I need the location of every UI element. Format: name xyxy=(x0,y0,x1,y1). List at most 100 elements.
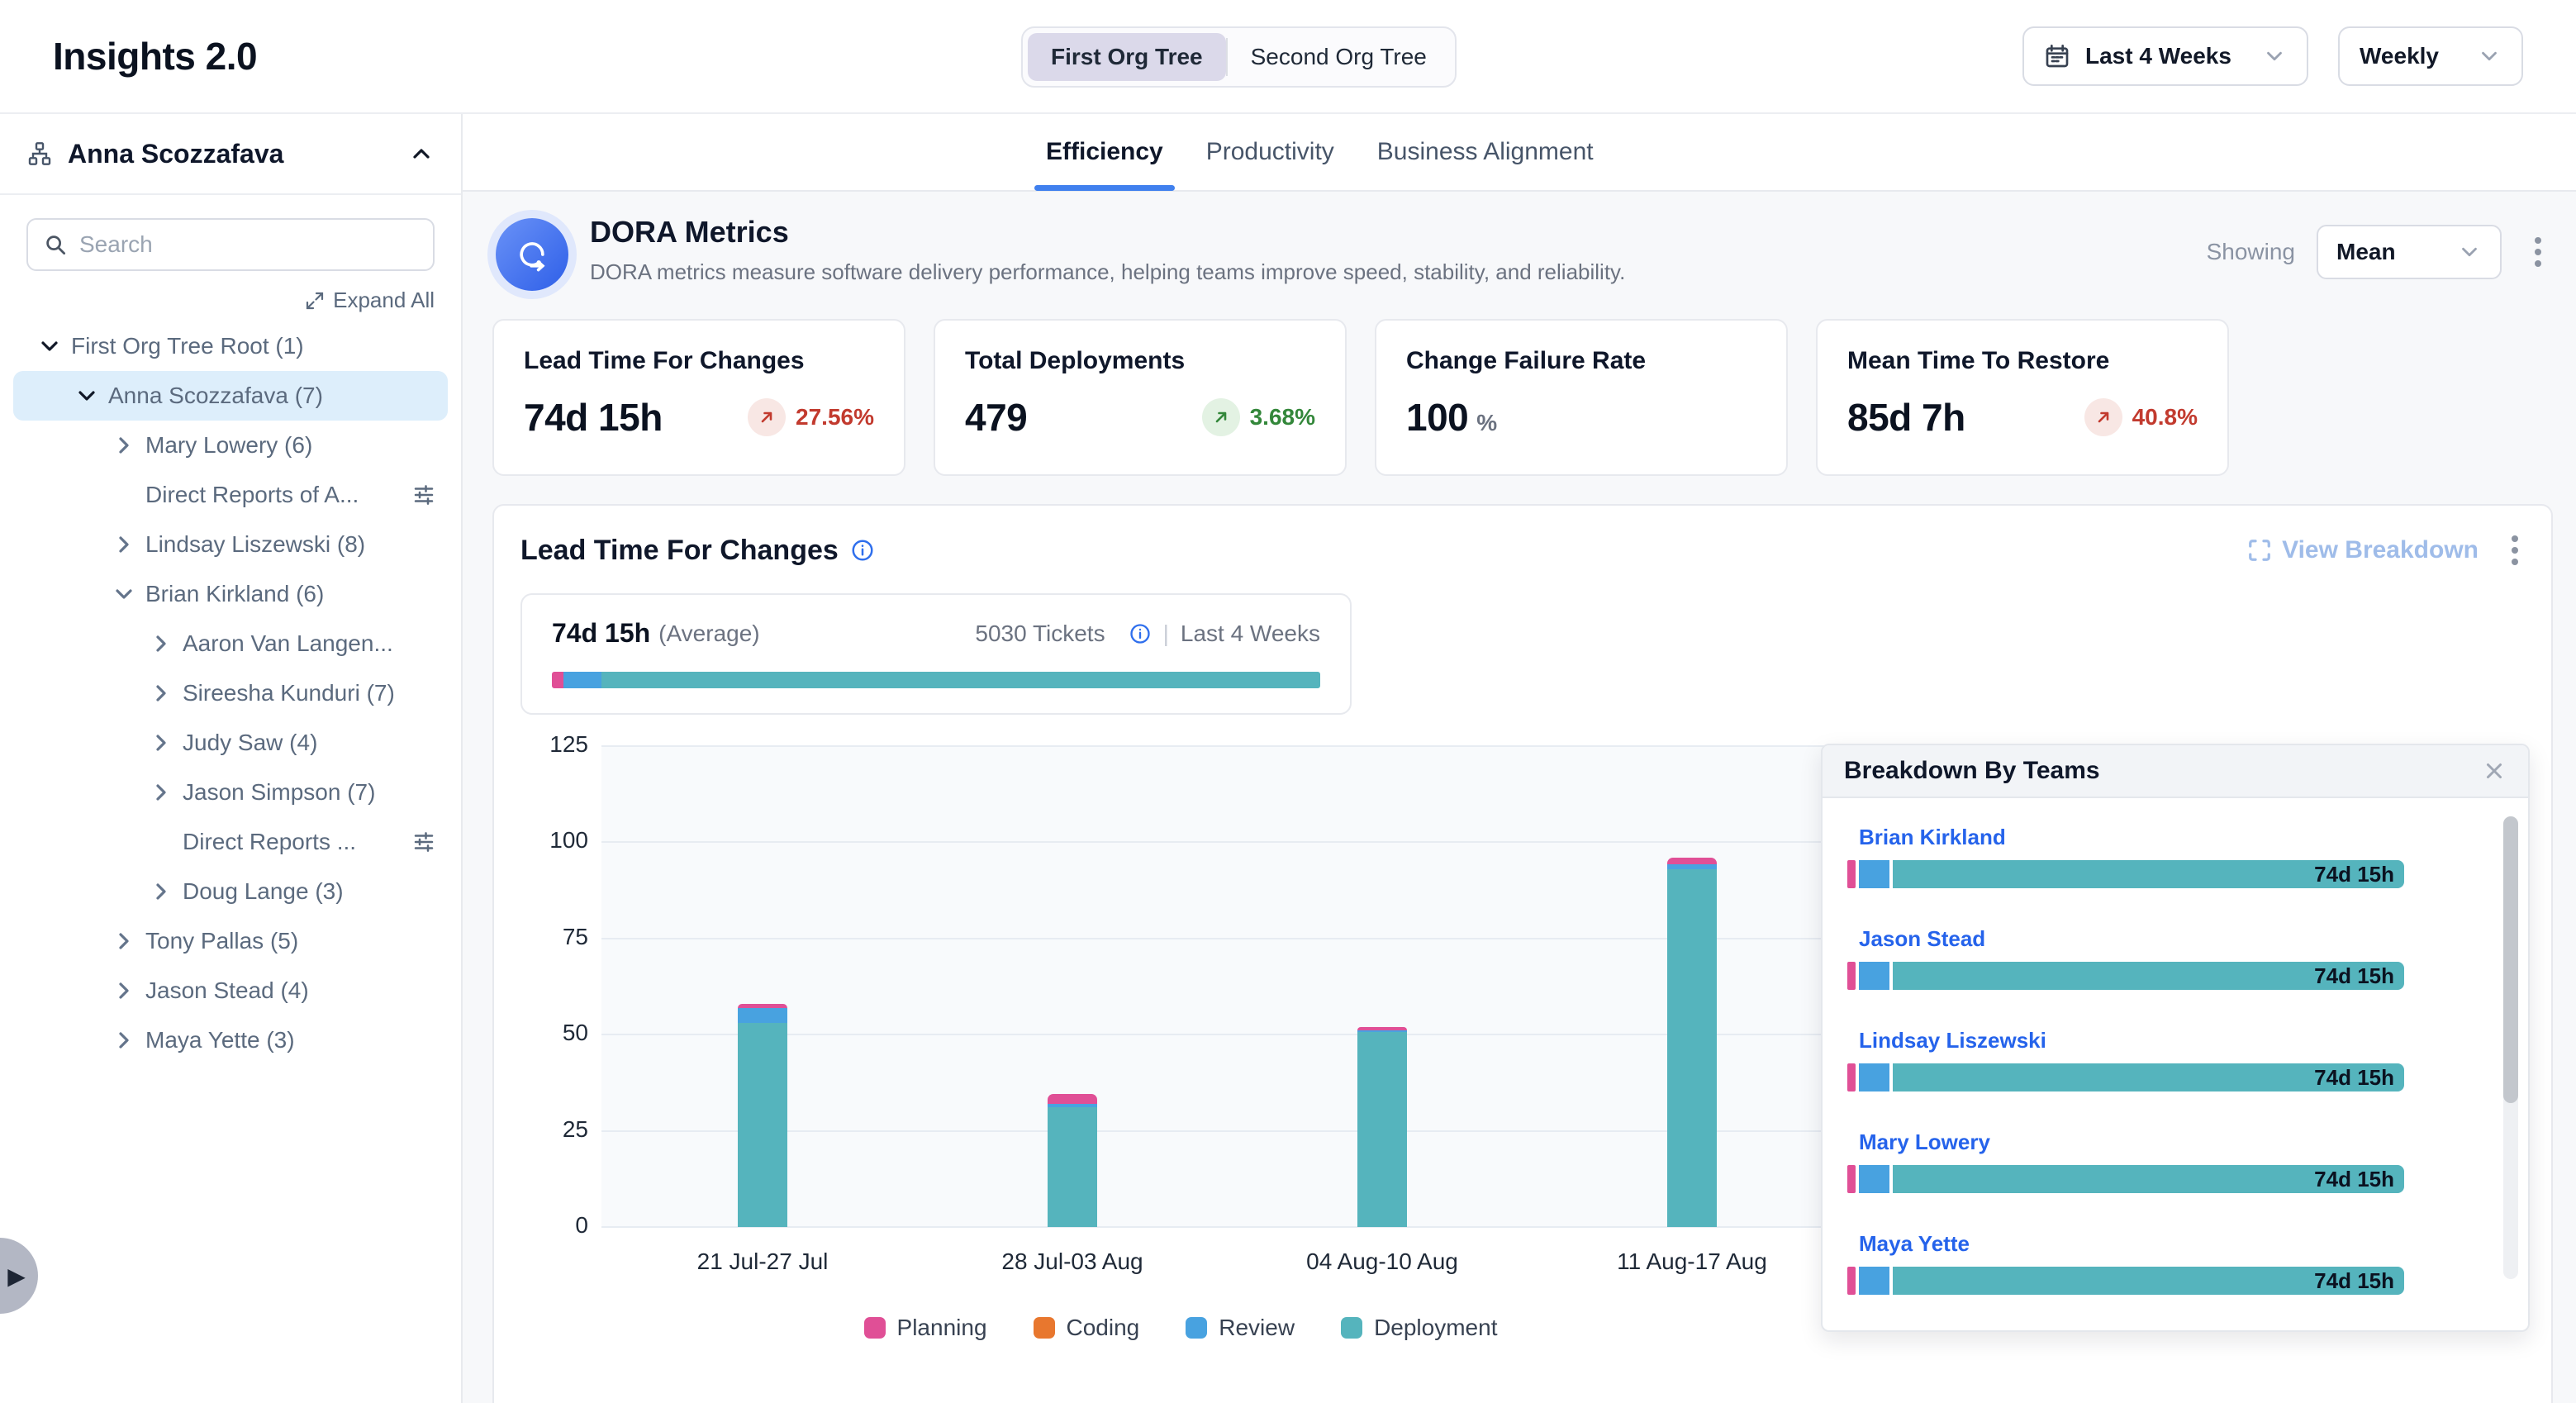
chevron-down-icon[interactable] xyxy=(36,333,63,359)
sidebar-user-header[interactable]: Anna Scozzafava xyxy=(0,114,461,195)
tree-item[interactable]: Judy Saw (4) xyxy=(13,718,448,768)
tree-item[interactable]: Aaron Van Langen... xyxy=(13,619,448,668)
team-name-link[interactable]: Jason Stead xyxy=(1859,926,2475,952)
legend-item[interactable]: Planning xyxy=(864,1315,987,1341)
tab-productivity[interactable]: Productivity xyxy=(1206,114,1334,190)
date-range-select[interactable]: Last 4 Weeks xyxy=(2022,26,2308,86)
stacked-bar[interactable] xyxy=(1357,1027,1407,1227)
info-icon[interactable] xyxy=(1129,622,1152,645)
team-bar-segment-review xyxy=(1859,1165,1889,1193)
team-stacked-bar[interactable]: 74d 15h xyxy=(1847,962,2406,990)
sidebar-user-name: Anna Scozzafava xyxy=(68,139,283,169)
breakdown-panel-title: Breakdown By Teams xyxy=(1844,757,2100,785)
filter-sliders-icon[interactable] xyxy=(411,830,436,854)
x-tick-label: 28 Jul-03 Aug xyxy=(1001,1248,1143,1275)
chevron-right-icon[interactable] xyxy=(148,680,174,706)
granularity-select[interactable]: Weekly xyxy=(2338,26,2523,86)
chevron-right-icon[interactable] xyxy=(111,1027,137,1053)
team-value: 74d 15h xyxy=(2314,1165,2394,1193)
app-header: Insights 2.0 First Org Tree Second Org T… xyxy=(0,0,2576,114)
team-value: 74d 15h xyxy=(2314,962,2394,990)
sidebar-search xyxy=(26,218,435,271)
team-value: 74d 15h xyxy=(2314,1267,2394,1295)
tree-item[interactable]: Jason Simpson (7) xyxy=(13,768,448,817)
metric-card-title: Lead Time For Changes xyxy=(524,347,874,375)
view-breakdown-button[interactable]: View Breakdown xyxy=(2247,536,2479,564)
search-input[interactable] xyxy=(79,231,418,258)
org-tree-toggle: First Org Tree Second Org Tree xyxy=(1021,26,1457,88)
chevron-up-icon[interactable] xyxy=(408,140,435,167)
tree-item[interactable]: Brian Kirkland (6) xyxy=(13,569,448,619)
team-stacked-bar[interactable]: 74d 15h xyxy=(1847,860,2406,888)
team-stacked-bar[interactable]: 74d 15h xyxy=(1847,1267,2406,1295)
chevron-right-icon[interactable] xyxy=(111,977,137,1004)
bar-segment-deployment xyxy=(1667,869,1717,1227)
team-bar-segment-planning xyxy=(1847,1267,1856,1295)
breakdown-scrollbar[interactable] xyxy=(2503,816,2518,1279)
lead-time-menu-button[interactable] xyxy=(2500,529,2530,572)
stacked-bar[interactable] xyxy=(1048,1094,1097,1227)
tree-item[interactable]: Lindsay Liszewski (8) xyxy=(13,520,448,569)
tree-item[interactable]: Maya Yette (3) xyxy=(13,1015,448,1065)
metric-card[interactable]: Lead Time For Changes74d 15h27.56% xyxy=(492,319,905,476)
legend-item[interactable]: Deployment xyxy=(1341,1315,1497,1341)
legend-label: Coding xyxy=(1067,1315,1140,1341)
legend-item[interactable]: Review xyxy=(1186,1315,1295,1341)
legend-swatch xyxy=(864,1317,886,1339)
info-icon[interactable] xyxy=(850,538,875,563)
granularity-value: Weekly xyxy=(2360,43,2439,69)
chevron-right-icon[interactable] xyxy=(148,779,174,806)
tree-item[interactable]: Jason Stead (4) xyxy=(13,966,448,1015)
expand-all-button[interactable]: Expand All xyxy=(26,288,435,313)
dora-metrics-title: DORA Metrics xyxy=(590,215,1625,250)
tab-efficiency[interactable]: Efficiency xyxy=(1046,114,1163,190)
filter-sliders-icon[interactable] xyxy=(411,483,436,507)
tree-item[interactable]: Doug Lange (3) xyxy=(13,867,448,916)
chevron-right-icon[interactable] xyxy=(148,630,174,657)
stacked-bar[interactable] xyxy=(1667,858,1717,1227)
aggregation-select[interactable]: Mean xyxy=(2317,225,2502,279)
chevron-down-icon[interactable] xyxy=(74,383,100,409)
team-stacked-bar[interactable]: 74d 15h xyxy=(1847,1165,2406,1193)
chevron-right-icon[interactable] xyxy=(111,531,137,558)
stacked-bar[interactable] xyxy=(738,1004,787,1227)
bar-segment-planning xyxy=(1048,1094,1097,1104)
tree-item[interactable]: First Org Tree Root (1) xyxy=(13,321,448,371)
summary-bar-segment-review xyxy=(563,672,602,688)
tree-item-label: Maya Yette (3) xyxy=(145,1027,295,1053)
team-name-link[interactable]: Mary Lowery xyxy=(1859,1130,2475,1155)
dora-menu-button[interactable] xyxy=(2523,231,2553,273)
chevron-right-icon[interactable] xyxy=(111,432,137,459)
team-item: Maya Yette 74d 15h xyxy=(1847,1231,2475,1295)
tree-item[interactable]: Sireesha Kunduri (7) xyxy=(13,668,448,718)
tab-business-alignment[interactable]: Business Alignment xyxy=(1377,114,1594,190)
x-tick-label: 21 Jul-27 Jul xyxy=(697,1248,829,1275)
tree-item[interactable]: Direct Reports ... xyxy=(13,817,448,867)
chevron-right-icon[interactable] xyxy=(148,730,174,756)
tree-item[interactable]: Mary Lowery (6) xyxy=(13,421,448,470)
tree-item[interactable]: Tony Pallas (5) xyxy=(13,916,448,966)
metric-card[interactable]: Mean Time To Restore85d 7h40.8% xyxy=(1816,319,2229,476)
chevron-right-icon[interactable] xyxy=(111,928,137,954)
summary-tickets: 5030 Tickets xyxy=(975,621,1105,647)
chevron-right-icon[interactable] xyxy=(148,878,174,905)
close-icon[interactable] xyxy=(2482,759,2507,783)
tree-item[interactable]: Anna Scozzafava (7) xyxy=(13,371,448,421)
metric-cards-row: Lead Time For Changes74d 15h27.56%Total … xyxy=(492,319,2553,476)
toggle-second-org-tree[interactable]: Second Org Tree xyxy=(1228,33,1450,81)
team-stacked-bar[interactable]: 74d 15h xyxy=(1847,1063,2406,1091)
legend-item[interactable]: Coding xyxy=(1034,1315,1140,1341)
team-name-link[interactable]: Lindsay Liszewski xyxy=(1859,1028,2475,1053)
tree-item[interactable]: Direct Reports of A... xyxy=(13,470,448,520)
summary-bar-segment-deployment xyxy=(601,672,1320,688)
team-name-link[interactable]: Maya Yette xyxy=(1859,1231,2475,1257)
metric-card[interactable]: Total Deployments4793.68% xyxy=(934,319,1347,476)
summary-stacked-bar xyxy=(552,672,1320,688)
team-name-link[interactable]: Brian Kirkland xyxy=(1859,825,2475,850)
metric-card-delta: 27.56% xyxy=(796,404,874,430)
x-tick-label: 11 Aug-17 Aug xyxy=(1617,1248,1767,1275)
chevron-down-icon[interactable] xyxy=(111,581,137,607)
chart-legend: Planning Coding Review Deployment xyxy=(520,1315,1841,1341)
toggle-first-org-tree[interactable]: First Org Tree xyxy=(1028,33,1226,81)
metric-card[interactable]: Change Failure Rate100% xyxy=(1375,319,1788,476)
